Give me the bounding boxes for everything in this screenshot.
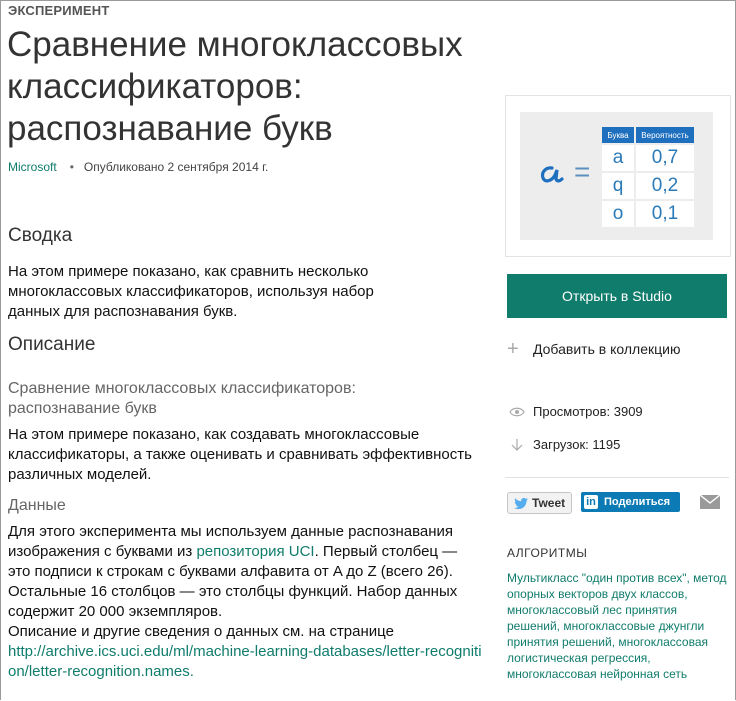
views-count: Просмотров: 3909: [507, 404, 643, 419]
algorithms-heading: АЛГОРИТМЫ: [507, 546, 588, 560]
description-subheading: Сравнение многоклассовых классификаторов…: [8, 380, 356, 417]
description-text: На этом примере показано, как создавать …: [8, 426, 472, 483]
plus-icon: +: [507, 338, 519, 360]
cell-letter: o: [602, 201, 634, 227]
data-text-part-3: Описание и другие сведения о данных см. …: [8, 623, 394, 640]
downloads-count: Загрузок: 1195: [507, 437, 620, 452]
email-icon[interactable]: [700, 495, 720, 509]
publisher-link[interactable]: Microsoft: [8, 160, 57, 174]
divider: [505, 477, 729, 478]
publish-date: Опубликовано 2 сентября 2014 г.: [83, 160, 269, 174]
open-in-studio-button[interactable]: Открыть в Studio: [507, 274, 727, 318]
summary-heading: Сводка: [8, 225, 73, 246]
add-to-collection-button[interactable]: + Добавить в коллекцию: [507, 338, 681, 360]
uci-repo-link[interactable]: репозитория UCI: [196, 543, 314, 560]
linkedin-share-button[interactable]: in Поделиться: [581, 492, 680, 512]
cell-letter: a: [602, 145, 634, 171]
experiment-thumbnail[interactable]: = Буква Вероятность a 0,7 q 0,2 o 0,1: [505, 95, 731, 257]
linkedin-icon: in: [584, 495, 598, 509]
add-to-collection-label: Добавить в коллекцию: [533, 341, 681, 357]
eye-icon: [507, 407, 527, 417]
table-row: o 0,1: [602, 201, 694, 227]
meta-separator: •: [69, 160, 74, 174]
probability-table: Буква Вероятность a 0,7 q 0,2 o 0,1: [600, 125, 696, 229]
page-title: Сравнение многоклассовых классификаторов…: [7, 25, 463, 148]
description-heading: Описание: [8, 334, 96, 355]
data-heading: Данные: [8, 497, 66, 514]
cell-letter: q: [602, 173, 634, 199]
summary-text: На этом примере показано, как сравнить н…: [8, 263, 374, 320]
table-row: a 0,7: [602, 145, 694, 171]
downloads-label: Загрузок: 1195: [533, 437, 621, 452]
data-url-link[interactable]: http://archive.ics.uci.edu/ml/machine-le…: [8, 643, 482, 680]
col-header-letter: Буква: [602, 127, 634, 143]
data-text: Для этого эксперимента мы используем дан…: [8, 522, 483, 682]
equals-sign-icon: =: [574, 156, 591, 187]
twitter-bird-icon: [514, 497, 528, 509]
table-row: q 0,2: [602, 173, 694, 199]
views-label: Просмотров: 3909: [533, 404, 643, 419]
cell-probability: 0,2: [636, 173, 694, 199]
cell-probability: 0,7: [636, 145, 694, 171]
download-arrow-icon: [507, 438, 527, 452]
tweet-label: Tweet: [532, 496, 566, 510]
col-header-probability: Вероятность: [636, 127, 694, 143]
cell-probability: 0,1: [636, 201, 694, 227]
thumbnail-canvas: = Буква Вероятность a 0,7 q 0,2 o 0,1: [520, 112, 713, 240]
tweet-button[interactable]: Tweet: [507, 492, 573, 514]
category-label: ЭКСПЕРИМЕНТ: [8, 3, 110, 18]
share-label: Поделиться: [604, 496, 671, 508]
publish-meta: Microsoft • Опубликовано 2 сентября 2014…: [8, 160, 268, 174]
algorithms-list[interactable]: Мультикласс "один против всех", метод оп…: [507, 570, 729, 682]
